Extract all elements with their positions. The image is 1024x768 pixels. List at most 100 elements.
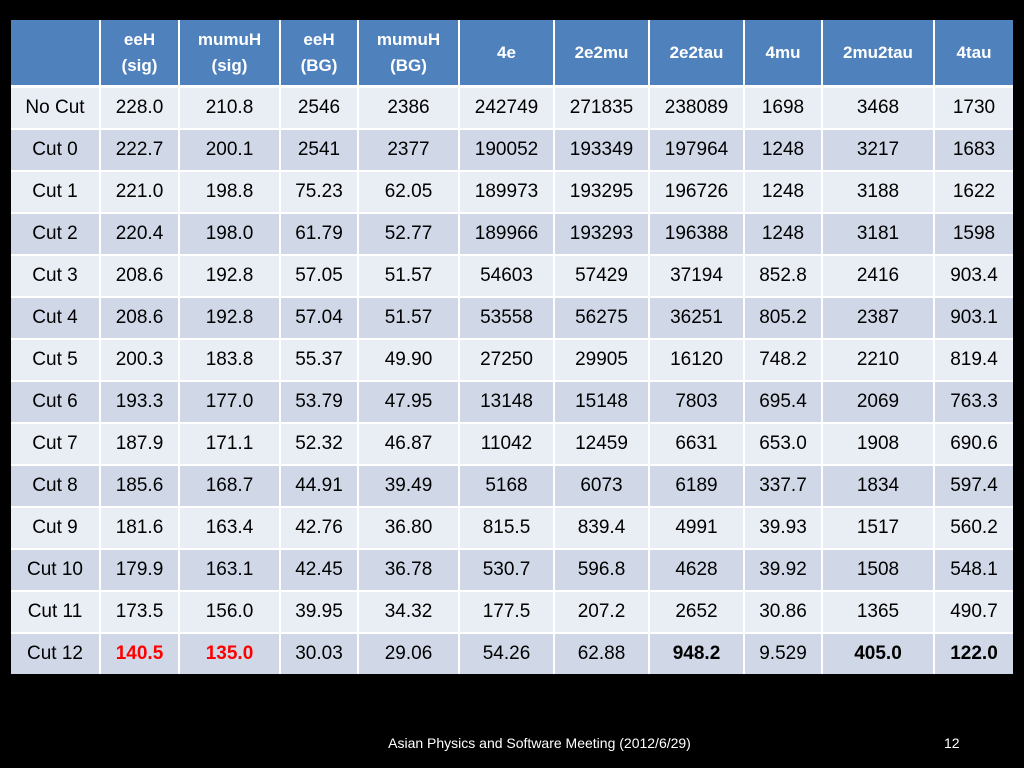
row-label: Cut 4	[11, 298, 101, 340]
table-cell: 27250	[460, 340, 555, 382]
table-cell: 197964	[650, 130, 745, 172]
table-cell: 1248	[745, 172, 823, 214]
table-row: Cut 3 208.6 192.8 57.05 51.57 54603 57429 37194…	[11, 256, 1013, 298]
table-row: Cut 12 140.5 135.0 30.03 29.06 54.26 62.88 948.…	[11, 634, 1013, 674]
table-cell: 179.9	[101, 550, 180, 592]
table-cell: 192.8	[180, 256, 281, 298]
table-cell: 187.9	[101, 424, 180, 466]
row-label: Cut 9	[11, 508, 101, 550]
table-cell: 39.93	[745, 508, 823, 550]
table-cell: 9.529	[745, 634, 823, 674]
table-cell: 490.7	[935, 592, 1013, 634]
table-cell: 3181	[823, 214, 935, 256]
header-eeh-sig: eeH (sig)	[101, 20, 180, 88]
table-cell: 49.90	[359, 340, 460, 382]
table-cell: 51.57	[359, 298, 460, 340]
table-cell: 37194	[650, 256, 745, 298]
table-cell: 190052	[460, 130, 555, 172]
header-row: eeH (sig) mumuH (sig) eeH (BG) mumuH (BG) 4e…	[11, 20, 1013, 88]
header-mumuh-bg: mumuH (BG)	[359, 20, 460, 88]
table-cell: 39.49	[359, 466, 460, 508]
table-cell: 54.26	[460, 634, 555, 674]
table-cell: 177.0	[180, 382, 281, 424]
table-cell: 3188	[823, 172, 935, 214]
table-cell: 36251	[650, 298, 745, 340]
table-cell: 1248	[745, 214, 823, 256]
cut-flow-table: eeH (sig) mumuH (sig) eeH (BG) mumuH (BG) 4e…	[11, 20, 1013, 674]
table-cell: 903.1	[935, 298, 1013, 340]
table-cell: 57429	[555, 256, 650, 298]
table-cell: 815.5	[460, 508, 555, 550]
table-cell: 1834	[823, 466, 935, 508]
table-cell: 839.4	[555, 508, 650, 550]
table-cell: 54603	[460, 256, 555, 298]
header-corner	[11, 20, 101, 88]
table-cell: 15148	[555, 382, 650, 424]
table-cell: 46.87	[359, 424, 460, 466]
table-cell: 1698	[745, 88, 823, 130]
table-cell: 221.0	[101, 172, 180, 214]
table-cell: 16120	[650, 340, 745, 382]
table-cell: 168.7	[180, 466, 281, 508]
table-cell: 198.0	[180, 214, 281, 256]
row-label: Cut 1	[11, 172, 101, 214]
table-row: Cut 6 193.3 177.0 53.79 47.95 13148 15148 7803 6…	[11, 382, 1013, 424]
table-cell: 140.5	[101, 634, 180, 674]
header-mumuh-sig: mumuH (sig)	[180, 20, 281, 88]
table-cell: 2652	[650, 592, 745, 634]
table-cell: 405.0	[823, 634, 935, 674]
row-label: Cut 5	[11, 340, 101, 382]
table-cell: 1622	[935, 172, 1013, 214]
header-4e: 4e	[460, 20, 555, 88]
table-cell: 5168	[460, 466, 555, 508]
table-cell: 805.2	[745, 298, 823, 340]
table-cell: 189966	[460, 214, 555, 256]
table-cell: 2386	[359, 88, 460, 130]
table-cell: 51.57	[359, 256, 460, 298]
header-4tau: 4tau	[935, 20, 1013, 88]
table-cell: 36.80	[359, 508, 460, 550]
table-cell: 6189	[650, 466, 745, 508]
table-row: Cut 2 220.4 198.0 61.79 52.77 189966 193293 196…	[11, 214, 1013, 256]
table-cell: 220.4	[101, 214, 180, 256]
table-cell: 12459	[555, 424, 650, 466]
table-cell: 2377	[359, 130, 460, 172]
table-cell: 181.6	[101, 508, 180, 550]
table-cell: 1598	[935, 214, 1013, 256]
table-cell: 30.86	[745, 592, 823, 634]
table-cell: 4628	[650, 550, 745, 592]
table-cell: 53558	[460, 298, 555, 340]
table-cell: 819.4	[935, 340, 1013, 382]
table-cell: 1517	[823, 508, 935, 550]
table-cell: 948.2	[650, 634, 745, 674]
header-eeh-bg: eeH (BG)	[281, 20, 359, 88]
table-cell: 242749	[460, 88, 555, 130]
table-cell: 163.4	[180, 508, 281, 550]
table-cell: 3217	[823, 130, 935, 172]
table-cell: 695.4	[745, 382, 823, 424]
table-row: Cut 1 221.0 198.8 75.23 62.05 189973 193295 196…	[11, 172, 1013, 214]
table-cell: 1365	[823, 592, 935, 634]
table-cell: 238089	[650, 88, 745, 130]
header-4mu: 4mu	[745, 20, 823, 88]
table-cell: 163.1	[180, 550, 281, 592]
table-cell: 2541	[281, 130, 359, 172]
table-cell: 62.88	[555, 634, 650, 674]
table-cell: 29.06	[359, 634, 460, 674]
table-cell: 36.78	[359, 550, 460, 592]
table-cell: 748.2	[745, 340, 823, 382]
table-cell: 39.92	[745, 550, 823, 592]
row-label: Cut 8	[11, 466, 101, 508]
table-cell: 690.6	[935, 424, 1013, 466]
table-row: Cut 0 222.7 200.1 2541 2377 190052 193349 19796…	[11, 130, 1013, 172]
table-cell: 192.8	[180, 298, 281, 340]
table-cell: 57.05	[281, 256, 359, 298]
table-cell: 653.0	[745, 424, 823, 466]
table-cell: 1683	[935, 130, 1013, 172]
table-cell: 852.8	[745, 256, 823, 298]
table-cell: 208.6	[101, 256, 180, 298]
table-cell: 596.8	[555, 550, 650, 592]
row-label: Cut 0	[11, 130, 101, 172]
table-row: Cut 9 181.6 163.4 42.76 36.80 815.5 839.4 4991 3…	[11, 508, 1013, 550]
row-label: Cut 12	[11, 634, 101, 674]
